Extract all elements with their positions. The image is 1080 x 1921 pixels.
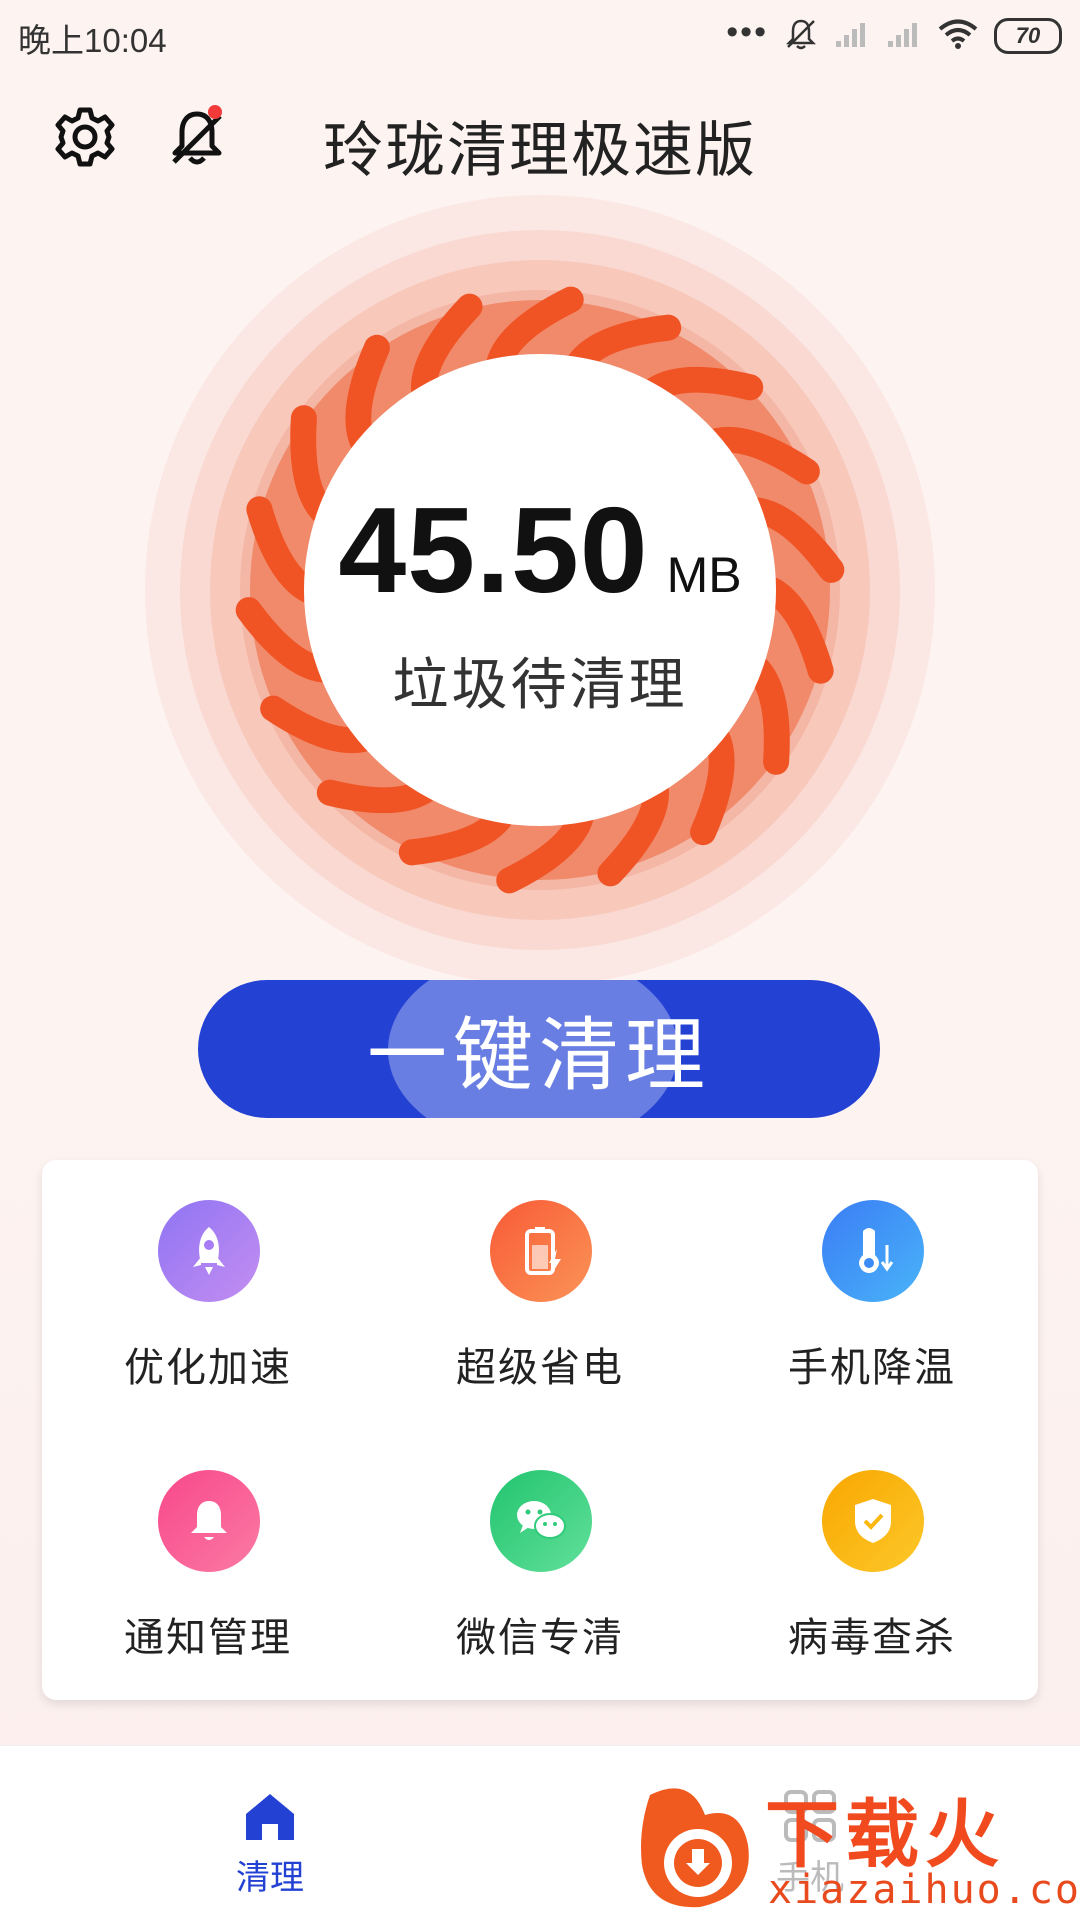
watermark-text: 下载火 <box>765 1793 1005 1876</box>
more-dots-icon: ••• <box>726 13 768 51</box>
wechat-icon <box>517 1501 566 1539</box>
feature-label: 优化加速 <box>124 1346 292 1390</box>
app-title: 玲珑清理极速版 <box>323 117 757 184</box>
status-icons: ••• 70 <box>726 14 1062 58</box>
home-icon <box>246 1794 294 1840</box>
junk-caption: 垃圾待清理 <box>392 653 688 716</box>
flame-logo-icon <box>641 1788 749 1908</box>
feature-card: 优化加速 超级省电 手机降温 通知管理 微信专清 病毒查杀 <box>42 1160 1038 1700</box>
meter-stripe <box>316 777 437 814</box>
feature-label: 超级省电 <box>456 1346 624 1390</box>
feature-circle <box>822 1200 924 1302</box>
feature-circle <box>158 1200 260 1302</box>
watermark-url: xiazaihuo.com <box>768 1867 1080 1913</box>
feature-circle <box>490 1470 592 1572</box>
feature-virus-scan[interactable]: 病毒查杀 <box>706 1430 1038 1670</box>
thermometer-icon <box>859 1228 894 1273</box>
signal-2-icon <box>886 19 922 54</box>
app-header: 玲珑清理极速版 <box>0 72 1080 202</box>
battery-indicator: 70 <box>994 18 1062 54</box>
clean-button-label: 一键清理 <box>367 1011 711 1100</box>
junk-size-value: 45.50 <box>338 482 649 618</box>
feature-wechat-clean[interactable]: 微信专清 <box>374 1430 706 1670</box>
feature-label: 微信专清 <box>456 1616 624 1660</box>
shield-icon <box>855 1499 891 1543</box>
feature-notification-manage[interactable]: 通知管理 <box>42 1430 374 1670</box>
wifi-icon <box>938 18 978 55</box>
nav-tab-label: 清理 <box>236 1859 304 1897</box>
feature-circle <box>490 1200 592 1302</box>
mute-icon <box>784 17 818 56</box>
feature-power-save[interactable]: 超级省电 <box>374 1160 706 1400</box>
feature-cool-down[interactable]: 手机降温 <box>706 1160 1038 1400</box>
status-time: 晚上10:04 <box>18 22 167 59</box>
one-click-clean-button[interactable]: 一键清理 <box>198 980 880 1118</box>
junk-size: 45.50 MB <box>0 480 1080 620</box>
feature-circle <box>158 1470 260 1572</box>
feature-label: 通知管理 <box>124 1616 292 1660</box>
nav-tab-clean[interactable]: 清理 <box>170 1746 370 1921</box>
feature-label: 病毒查杀 <box>788 1616 956 1660</box>
junk-size-unit: MB <box>666 547 742 603</box>
bell-icon <box>191 1501 227 1540</box>
watermark-logo: 下载火 xiazaihuo.com <box>640 1775 1080 1915</box>
feature-label: 手机降温 <box>788 1346 956 1390</box>
junk-meter: 45.50 MB 垃圾待清理 <box>0 190 1080 990</box>
meter-stripe <box>643 366 764 403</box>
rocket-icon <box>193 1227 225 1275</box>
battery-icon <box>525 1227 561 1275</box>
signal-1-icon <box>834 19 870 54</box>
feature-speed-up[interactable]: 优化加速 <box>42 1160 374 1400</box>
feature-circle <box>822 1470 924 1572</box>
status-bar: 晚上10:04 ••• 70 <box>0 0 1080 72</box>
